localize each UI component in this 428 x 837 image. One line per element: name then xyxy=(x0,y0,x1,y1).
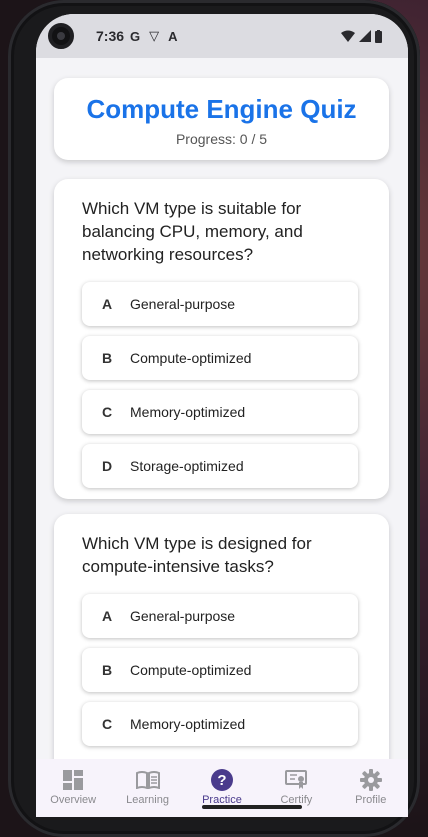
question-card: Which VM type is suitable for balancing … xyxy=(54,179,389,499)
notification-icon: A xyxy=(168,28,178,44)
camera-icon xyxy=(48,23,74,49)
option-d-button[interactable]: D Storage-optimized xyxy=(82,444,358,488)
option-c-button[interactable]: C Memory-optimized xyxy=(82,390,358,434)
nav-item-certify[interactable]: Certify xyxy=(261,769,331,817)
option-a-button[interactable]: A General-purpose xyxy=(82,282,358,326)
certificate-icon xyxy=(285,769,308,791)
quiz-scroll-area[interactable]: Compute Engine Quiz Progress: 0 / 5 Whic… xyxy=(36,58,408,759)
question-text: Which VM type is suitable for balancing … xyxy=(82,199,303,264)
wifi-icon xyxy=(341,30,355,42)
option-label: Compute-optimized xyxy=(130,350,252,366)
nav-label: Learning xyxy=(126,794,169,806)
nav-label: Overview xyxy=(50,794,97,806)
gear-icon xyxy=(359,769,382,791)
option-letter: D xyxy=(102,458,113,474)
progress-text: Progress: 0 / 5 xyxy=(175,131,268,147)
nav-item-profile[interactable]: Profile xyxy=(336,769,406,817)
battery-icon xyxy=(375,29,382,43)
option-letter: C xyxy=(102,716,113,732)
question-text: Which VM type is designed for compute-in… xyxy=(82,534,312,576)
svg-text:?: ? xyxy=(217,772,226,789)
phone-frame: 7:36 G ▽ A Compute Engine Quiz Progress:… xyxy=(8,0,420,837)
nav-item-learning[interactable]: Learning xyxy=(113,769,183,817)
nav-item-overview[interactable]: Overview xyxy=(38,769,108,817)
vpn-icon: ▽ xyxy=(149,28,160,43)
signal-icon xyxy=(359,30,371,42)
screen: 7:36 G ▽ A Compute Engine Quiz Progress:… xyxy=(36,14,408,817)
option-letter: C xyxy=(102,404,113,420)
status-bar: 7:36 G ▽ A xyxy=(36,14,408,58)
google-icon: G xyxy=(130,28,141,44)
option-label: Storage-optimized xyxy=(130,458,244,474)
option-label: Memory-optimized xyxy=(130,404,246,420)
book-icon xyxy=(135,769,160,791)
option-c-button[interactable]: C Memory-optimized xyxy=(82,702,358,746)
nav-label: Profile xyxy=(355,794,387,806)
page-title: Compute Engine Quiz xyxy=(86,94,357,124)
option-b-button[interactable]: B Compute-optimized xyxy=(82,336,358,380)
status-icons xyxy=(341,29,382,43)
status-time: 7:36 xyxy=(96,28,125,44)
home-indicator[interactable] xyxy=(202,805,302,809)
answer-options: A General-purpose B Compute-optimized C … xyxy=(82,282,361,488)
help-circle-icon: ? xyxy=(210,769,233,791)
nav-item-practice[interactable]: ? Practice xyxy=(187,769,257,817)
answer-options: A General-purpose B Compute-optimized C … xyxy=(82,594,361,746)
quiz-header-card: Compute Engine Quiz Progress: 0 / 5 xyxy=(54,78,389,160)
option-label: General-purpose xyxy=(130,296,236,312)
dashboard-icon xyxy=(63,769,84,791)
option-label: General-purpose xyxy=(130,608,236,624)
option-letter: B xyxy=(102,662,113,678)
option-a-button[interactable]: A General-purpose xyxy=(82,594,358,638)
option-letter: B xyxy=(102,350,113,366)
option-b-button[interactable]: B Compute-optimized xyxy=(82,648,358,692)
option-label: Memory-optimized xyxy=(130,716,246,732)
question-card: Which VM type is designed for compute-in… xyxy=(54,514,389,759)
option-letter: A xyxy=(102,296,113,312)
option-letter: A xyxy=(102,608,113,624)
option-label: Compute-optimized xyxy=(130,662,252,678)
